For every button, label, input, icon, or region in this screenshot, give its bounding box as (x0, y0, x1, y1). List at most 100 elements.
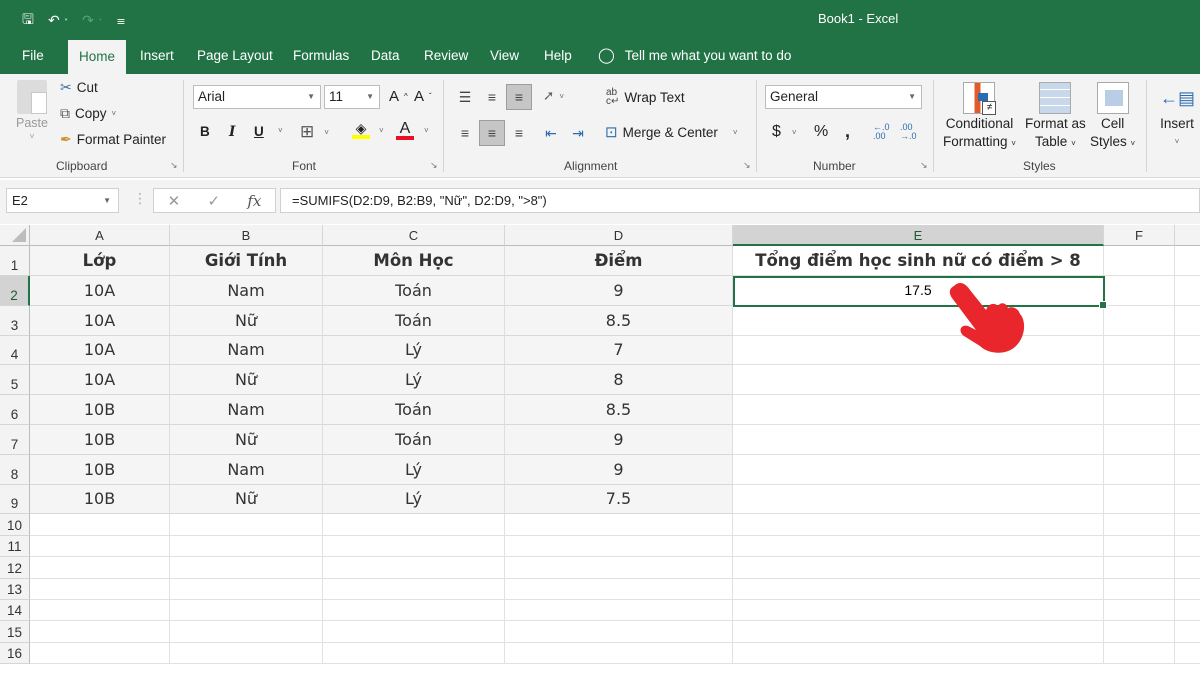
cell-D12[interactable] (505, 557, 733, 579)
tab-review[interactable]: Review (424, 38, 468, 74)
cell-B13[interactable] (170, 578, 323, 600)
cell-B14[interactable] (170, 600, 323, 622)
row-header-15[interactable]: 15 (0, 621, 30, 643)
cell-F13[interactable] (1104, 578, 1175, 600)
cell-F8[interactable] (1104, 454, 1175, 485)
italic-button[interactable]: I (229, 124, 235, 140)
cell-E10[interactable] (733, 514, 1104, 536)
cell-D3[interactable]: 8.5 (505, 305, 733, 336)
insert-function-icon[interactable]: fx (247, 192, 261, 210)
cell-B8[interactable]: Nam (170, 454, 323, 485)
cell-D10[interactable] (505, 514, 733, 536)
tab-help[interactable]: Help (544, 38, 572, 74)
comma-button[interactable]: , (845, 121, 850, 142)
orientation-button[interactable]: ➚ ˅ (543, 88, 564, 104)
row-header-1[interactable]: 1 (0, 246, 30, 276)
cell-D1[interactable]: Điểm (505, 246, 733, 276)
percent-button[interactable]: % (814, 123, 828, 141)
cell-D5[interactable]: 8 (505, 365, 733, 396)
row-header-9[interactable]: 9 (0, 484, 30, 515)
cell-E7[interactable] (733, 425, 1104, 455)
cell-E14[interactable] (733, 600, 1104, 622)
decrease-indent-button[interactable]: ⇤ (538, 120, 564, 146)
cell-E15[interactable] (733, 621, 1104, 643)
cell-D8[interactable]: 9 (505, 454, 733, 485)
tab-view[interactable]: View (490, 38, 519, 74)
cell-A7[interactable]: 10B (30, 425, 170, 455)
format-as-table-button[interactable]: Format as Table ˅ (1025, 82, 1086, 152)
cell-E3[interactable] (733, 305, 1104, 336)
row-header-11[interactable]: 11 (0, 535, 30, 558)
cell-A13[interactable] (30, 578, 170, 600)
cell-C6[interactable]: Toán (323, 395, 505, 425)
cell-C13[interactable] (323, 578, 505, 600)
middle-align-button[interactable]: ≡ (479, 84, 505, 110)
cell-D9[interactable]: 7.5 (505, 484, 733, 515)
cell-A1[interactable]: Lớp (30, 246, 170, 276)
cell-B5[interactable]: Nữ (170, 365, 323, 396)
cell-E8[interactable] (733, 454, 1104, 485)
cell-C7[interactable]: Toán (323, 425, 505, 455)
cell-E12[interactable] (733, 557, 1104, 579)
cell-F2[interactable] (1104, 276, 1175, 306)
cell-C12[interactable] (323, 557, 505, 579)
customize-icon[interactable]: ≡ (116, 15, 125, 28)
select-all-button[interactable] (0, 225, 30, 246)
resize-handle-icon[interactable]: ⋮ (133, 191, 147, 207)
row-header-6[interactable]: 6 (0, 395, 30, 425)
cut-button[interactable]: ✂ Cut (60, 79, 98, 96)
cell-F12[interactable] (1104, 557, 1175, 579)
increase-font-size-button[interactable]: A ^ (389, 88, 408, 105)
cell-g16[interactable] (1175, 643, 1200, 665)
dialog-launcher-icon[interactable]: ↘ (920, 160, 928, 171)
font-size-select[interactable]: 11 ▼ (324, 85, 380, 109)
cell-E4[interactable] (733, 335, 1104, 366)
column-header-f[interactable]: F (1104, 225, 1175, 246)
row-header-3[interactable]: 3 (0, 305, 30, 336)
cell-F3[interactable] (1104, 305, 1175, 336)
cell-A2[interactable]: 10A (30, 276, 170, 306)
cell-g13[interactable] (1175, 579, 1200, 600)
cell-A10[interactable] (30, 514, 170, 536)
chevron-down-icon[interactable]: ˅ (278, 126, 283, 135)
fill-color-button[interactable]: ◈ ˅ (352, 121, 384, 139)
cell-A11[interactable] (30, 535, 170, 558)
cell-F11[interactable] (1104, 535, 1175, 558)
cell-A15[interactable] (30, 621, 170, 643)
column-header-e[interactable]: E (733, 225, 1104, 246)
tab-formulas[interactable]: Formulas (293, 38, 349, 74)
tab-insert[interactable]: Insert (140, 38, 174, 74)
paste-button[interactable]: Paste ˅ (16, 80, 48, 141)
cell-g7[interactable] (1175, 425, 1200, 455)
wrap-text-button[interactable]: ab c↵ Wrap Text (606, 88, 685, 107)
cell-g9[interactable] (1175, 485, 1200, 515)
cell-C5[interactable]: Lý (323, 365, 505, 396)
column-header-g[interactable] (1175, 225, 1200, 246)
cell-g12[interactable] (1175, 557, 1200, 579)
row-header-4[interactable]: 4 (0, 335, 30, 366)
cell-C16[interactable] (323, 642, 505, 665)
cell-B3[interactable]: Nữ (170, 305, 323, 336)
dialog-launcher-icon[interactable]: ↘ (430, 160, 438, 171)
tab-page-layout[interactable]: Page Layout (197, 38, 273, 74)
row-header-13[interactable]: 13 (0, 578, 30, 600)
dialog-launcher-icon[interactable]: ↘ (170, 160, 178, 171)
cell-D14[interactable] (505, 600, 733, 622)
cell-g8[interactable] (1175, 455, 1200, 485)
cell-g14[interactable] (1175, 600, 1200, 622)
tab-data[interactable]: Data (371, 38, 400, 74)
cell-E16[interactable] (733, 642, 1104, 665)
cell-D16[interactable] (505, 642, 733, 665)
cell-g6[interactable] (1175, 395, 1200, 425)
cell-C1[interactable]: Môn Học (323, 246, 505, 276)
row-header-12[interactable]: 12 (0, 557, 30, 579)
cell-g3[interactable] (1175, 306, 1200, 336)
row-header-8[interactable]: 8 (0, 454, 30, 485)
formula-input[interactable]: =SUMIFS(D2:D9, B2:B9, "Nữ", D2:D9, ">8") (280, 188, 1200, 213)
bold-button[interactable]: B (200, 124, 210, 139)
align-right-button[interactable]: ≡ (506, 120, 532, 146)
cell-B9[interactable]: Nữ (170, 484, 323, 515)
cell-E11[interactable] (733, 535, 1104, 558)
row-header-5[interactable]: 5 (0, 365, 30, 396)
row-header-10[interactable]: 10 (0, 514, 30, 536)
